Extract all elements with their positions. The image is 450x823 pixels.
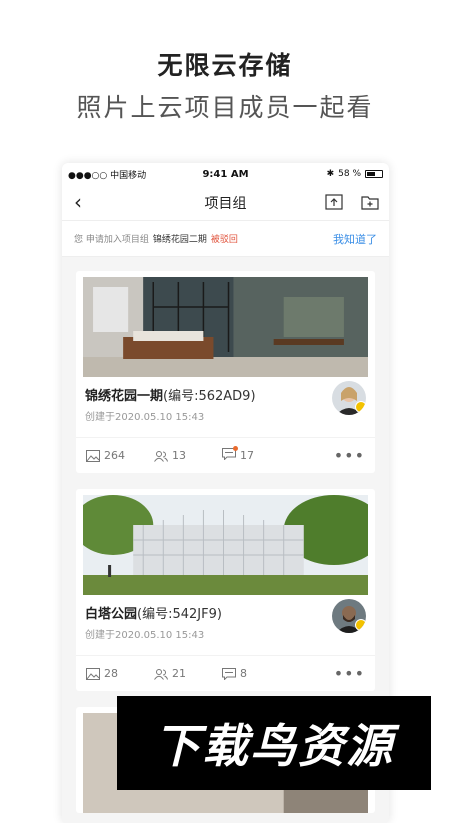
watermark-text: 下载鸟资源 xyxy=(154,719,394,773)
project-code: (编号:542JF9) xyxy=(137,607,222,622)
comment-count: 17 xyxy=(240,449,254,462)
notice-prefix: 您 申请加入项目组 xyxy=(74,235,149,245)
promo-subtitle: 照片上云项目成员一起看 xyxy=(76,93,374,122)
upload-icon[interactable] xyxy=(325,194,343,210)
member-count: 21 xyxy=(172,667,186,680)
comment-icon xyxy=(222,448,236,461)
avatar[interactable] xyxy=(332,381,366,415)
project-card[interactable]: 锦绣花园一期(编号:562AD9) 创建于2020.05.10 15:43 26… xyxy=(76,271,375,473)
project-name: 白塔公园 xyxy=(85,607,138,622)
chevron-left-icon[interactable]: ‹ xyxy=(74,192,82,212)
join-request-notice: 您 申请加入项目组 锦绣花园二期 被驳回 我知道了 xyxy=(62,221,389,257)
project-cover-image xyxy=(83,277,368,377)
watermark-banner: 下载鸟资源 xyxy=(117,696,431,790)
comment-icon xyxy=(222,667,236,680)
notice-status: 被驳回 xyxy=(210,235,238,245)
members-icon xyxy=(154,668,168,680)
project-card[interactable]: 白塔公园(编号:542JF9) 创建于2020.05.10 15:43 28 2… xyxy=(76,489,375,691)
photo-count: 28 xyxy=(104,667,118,680)
promo-title: 无限云存储 xyxy=(157,51,293,80)
battery-percent: 58 % xyxy=(338,169,361,179)
member-count: 13 xyxy=(172,449,186,462)
notice-project: 锦绣花园二期 xyxy=(152,235,207,245)
comment-count: 8 xyxy=(240,667,247,680)
got-it-link[interactable]: 我知道了 xyxy=(333,231,377,247)
more-icon[interactable]: ••• xyxy=(334,664,365,683)
project-cover-image xyxy=(83,495,368,595)
avatar[interactable] xyxy=(332,599,366,633)
page-title: 项目组 xyxy=(204,195,247,212)
bluetooth-icon: ✱ xyxy=(326,169,335,179)
photo-icon xyxy=(86,667,100,680)
photo-icon xyxy=(86,449,100,462)
nav-bar: ‹ 项目组 xyxy=(62,185,389,221)
folder-add-icon[interactable] xyxy=(361,194,379,210)
carrier-label: ●●●○○ 中国移动 xyxy=(68,170,147,181)
battery-icon xyxy=(365,170,383,178)
project-created: 创建于2020.05.10 15:43 xyxy=(85,412,205,423)
project-name: 锦绣花园一期 xyxy=(85,389,164,404)
photo-count: 264 xyxy=(104,449,125,462)
members-icon xyxy=(154,450,168,462)
more-icon[interactable]: ••• xyxy=(334,446,365,465)
project-created: 创建于2020.05.10 15:43 xyxy=(85,630,205,641)
status-bar: ●●●○○ 中国移动 9:41 AM ✱ 58 % xyxy=(62,163,389,185)
project-code: (编号:562AD9) xyxy=(163,389,256,404)
